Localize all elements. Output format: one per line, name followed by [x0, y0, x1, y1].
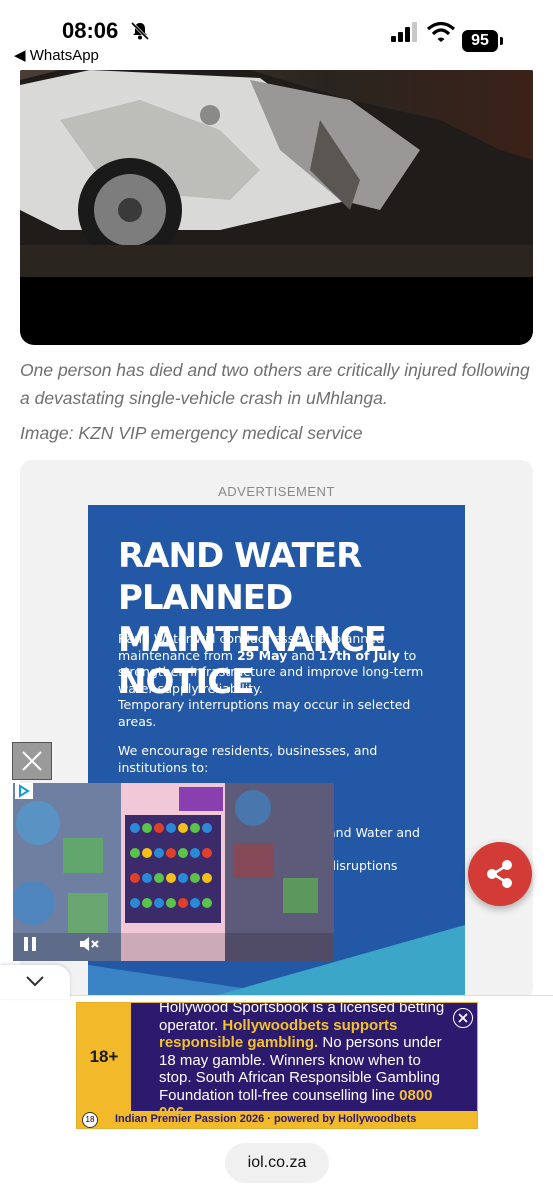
notice-and: and	[287, 647, 319, 663]
status-bar: 08:06 ◀ WhatsApp 95	[0, 0, 553, 70]
url-bar[interactable]: iol.co.za	[225, 1143, 329, 1183]
notice-date-end: 17th of July	[318, 647, 400, 663]
image-caption: One person has died and two others are c…	[20, 360, 530, 408]
chevron-down-icon	[26, 976, 44, 987]
notice-line2: Temporary interruptions may occur in sel…	[118, 697, 411, 729]
footer-age-badge: 18	[82, 1112, 98, 1128]
banner-footer-text: Indian Premier Passion 2026 · powered by…	[115, 1113, 417, 1125]
video-ad-player[interactable]	[13, 783, 334, 961]
wifi-icon	[427, 21, 455, 42]
gambling-disclaimer: Hollywood Sportsbook is a licensed betti…	[159, 1003, 449, 1122]
advertisement-label: ADVERTISEMENT	[218, 484, 335, 499]
notice-encourage: We encourage residents, businesses, and …	[118, 743, 378, 775]
bell-slash-icon	[130, 21, 150, 41]
banner-footer: 18 Indian Premier Passion 2026 · powered…	[77, 1111, 477, 1128]
close-icon	[458, 1013, 468, 1023]
signal-icon	[391, 22, 417, 42]
collapse-ad-button[interactable]	[0, 965, 70, 999]
battery-level: 95	[462, 30, 498, 52]
article-image	[20, 60, 533, 345]
mute-icon[interactable]	[78, 934, 100, 954]
close-icon	[22, 751, 42, 771]
adchoices-icon[interactable]	[15, 783, 33, 799]
notice-date-start: 29 May	[236, 647, 288, 663]
battery-tip	[500, 37, 503, 45]
notice-fragment-2: disruptions	[328, 858, 398, 873]
notice-fragment-1: and Water and	[328, 825, 420, 840]
candy-crush-frame	[13, 783, 334, 961]
back-to-whatsapp[interactable]: ◀ WhatsApp	[14, 46, 99, 64]
crash-photo	[20, 60, 533, 277]
image-credit: Image: KZN VIP emergency medical service	[20, 423, 363, 443]
notice-body: Rand Water will conduct essential planne…	[118, 631, 443, 730]
pause-icon[interactable]	[22, 935, 38, 953]
close-banner-button[interactable]	[453, 1008, 473, 1028]
share-button[interactable]	[468, 842, 532, 906]
close-video-ad-button[interactable]	[12, 742, 52, 780]
status-time: 08:06	[62, 18, 119, 43]
share-icon	[487, 860, 512, 888]
hollywoodbets-banner[interactable]: 18+ Hollywood Sportsbook is a licensed b…	[76, 1002, 478, 1129]
age-label: 18+	[89, 1047, 119, 1066]
adchoices-glyph	[19, 784, 30, 798]
age-restriction-badge: 18+	[77, 1003, 131, 1113]
